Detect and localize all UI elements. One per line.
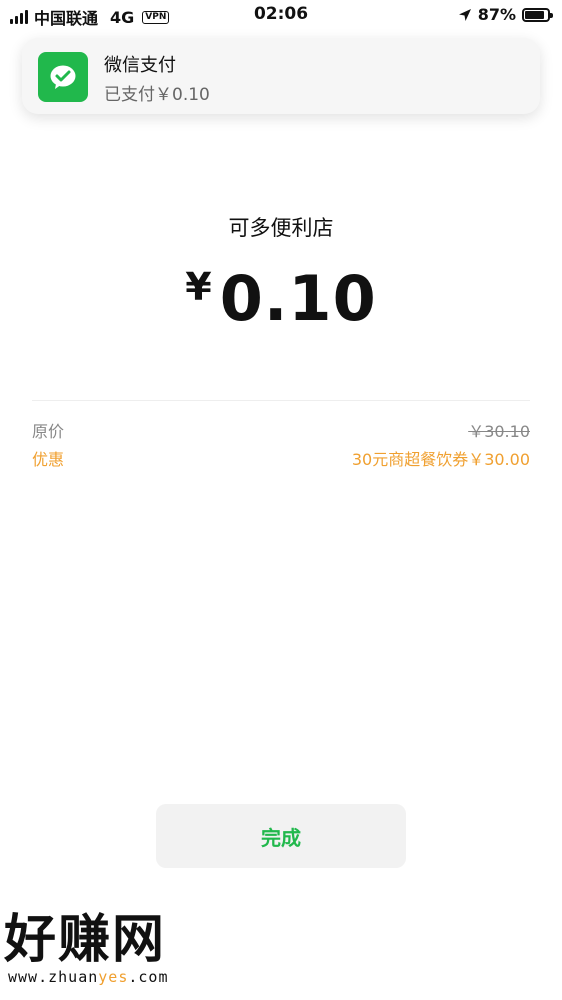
watermark-url-prefix: www.zhuan — [8, 968, 99, 986]
payment-result-screen: 中国联通 4G VPN 02:06 87% 微信支付 已支付￥0.10 可多便利… — [0, 0, 562, 1000]
original-price-value: ￥30.10 — [468, 422, 530, 441]
battery-fill — [525, 10, 545, 19]
paid-amount: ¥0.10 — [0, 262, 562, 335]
watermark-url-highlight: yes — [98, 968, 129, 986]
notification-title: 微信支付 — [104, 55, 176, 76]
watermark-url-suffix: .com — [128, 968, 169, 986]
discount-label: 优惠 — [32, 450, 65, 469]
divider — [32, 400, 530, 401]
chat-bubble-check-icon — [50, 65, 76, 89]
wechat-pay-icon — [38, 52, 88, 102]
merchant-name: 可多便利店 — [228, 216, 334, 240]
watermark-url: www.zhuanyes.com — [8, 968, 169, 986]
location-arrow-icon — [458, 8, 471, 21]
currency-symbol: ¥ — [185, 265, 212, 309]
watermark: 好赚网 www.zhuanyes.com — [4, 912, 169, 986]
discount-value: 30元商超餐饮券￥30.00 — [351, 450, 530, 469]
original-price-label: 原价 — [32, 422, 65, 441]
amount-value: 0.10 — [219, 262, 377, 335]
done-button[interactable]: 完成 — [156, 804, 406, 868]
notification-subtitle: 已支付￥0.10 — [104, 85, 210, 105]
status-right: 87% — [458, 5, 553, 24]
battery-icon — [522, 7, 553, 22]
status-bar: 中国联通 4G VPN 02:06 87% — [0, 0, 562, 30]
wechat-pay-notification[interactable]: 微信支付 已支付￥0.10 — [22, 38, 540, 114]
watermark-title: 好赚网 — [4, 910, 167, 970]
battery-percent: 87% — [477, 5, 516, 24]
